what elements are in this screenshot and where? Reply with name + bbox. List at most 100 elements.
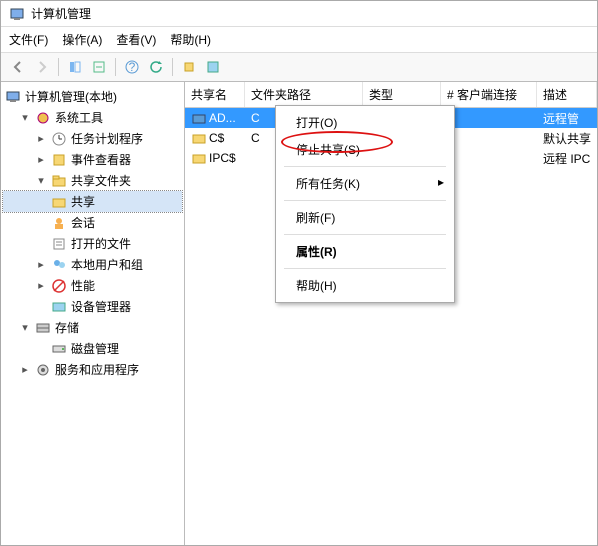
menu-help[interactable]: 帮助(H) [170,31,211,48]
menu-item-properties[interactable]: 属性(R) [278,238,452,265]
tree-disk-mgmt-label: 磁盘管理 [71,340,119,357]
collapse-icon[interactable]: ▾ [35,174,47,187]
performance-icon [51,278,67,294]
tools-icon [35,110,51,126]
tree-services-label: 服务和应用程序 [55,361,139,378]
tree-system-tools[interactable]: ▾ 系统工具 [3,107,182,128]
menu-item-stop-sharing[interactable]: 停止共享(S) [278,136,452,163]
menu-item-help[interactable]: 帮助(H) [278,272,452,299]
column-desc[interactable]: 描述 [537,82,597,107]
tree-root[interactable]: 计算机管理(本地) [3,86,182,107]
menu-item-all-tasks-label: 所有任务(K) [296,177,360,191]
menu-separator [284,234,446,235]
menu-separator [284,166,446,167]
row-desc: 远程 IPC [537,148,597,169]
column-path[interactable]: 文件夹路径 [245,82,363,107]
export-list-button[interactable] [88,56,110,78]
titlebar: 计算机管理 [1,1,597,27]
tree-open-files[interactable]: 打开的文件 [3,233,182,254]
tree-system-tools-label: 系统工具 [55,109,103,126]
tree-panel: 计算机管理(本地) ▾ 系统工具 ▸ 任务计划程序 ▸ 事件查看器 ▾ 共享文件 [1,82,185,545]
column-name[interactable]: 共享名 [185,82,245,107]
help-button[interactable]: ? [121,56,143,78]
properties-button[interactable] [202,56,224,78]
share-row-icon [191,150,207,166]
column-type[interactable]: 类型 [363,82,441,107]
tree-storage-label: 存储 [55,319,79,336]
tree-local-users-label: 本地用户和组 [71,256,143,273]
tree-root-label: 计算机管理(本地) [25,88,117,105]
tree-open-files-label: 打开的文件 [71,235,131,252]
menu-item-refresh-label: 刷新(F) [296,211,335,225]
services-icon [35,362,51,378]
row-desc: 默认共享 [537,128,597,149]
show-hide-tree-button[interactable] [64,56,86,78]
users-icon [51,257,67,273]
row-clients: 0 [441,109,537,127]
row-desc: 远程管 [537,108,597,129]
menu-file[interactable]: 文件(F) [9,31,48,48]
menu-separator [284,200,446,201]
back-button[interactable] [7,56,29,78]
refresh-button[interactable] [145,56,167,78]
event-icon [51,152,67,168]
expand-icon[interactable]: ▸ [35,258,47,271]
expand-icon[interactable]: ▸ [35,132,47,145]
row-clients: 0 [441,129,537,147]
share-icon [51,194,67,210]
tree-local-users[interactable]: ▸ 本地用户和组 [3,254,182,275]
tree-services[interactable]: ▸ 服务和应用程序 [3,359,182,380]
storage-icon [35,320,51,336]
app-icon [9,6,25,22]
tree-task-scheduler-label: 任务计划程序 [71,130,143,147]
tree-sessions-label: 会话 [71,214,95,231]
tree-shared-folders-label: 共享文件夹 [71,172,131,189]
disk-icon [51,341,67,357]
tree-storage[interactable]: ▾ 存储 [3,317,182,338]
menu-action[interactable]: 操作(A) [62,31,102,48]
row-name: AD... [209,111,236,125]
svg-text:?: ? [129,60,136,74]
menu-item-properties-label: 属性(R) [296,245,337,259]
computer-icon [5,89,21,105]
sessions-icon [51,215,67,231]
expand-icon[interactable]: ▸ [19,363,31,376]
menu-item-refresh[interactable]: 刷新(F) [278,204,452,231]
tree-performance[interactable]: ▸ 性能 [3,275,182,296]
row-clients: 0 [441,149,537,167]
menu-item-stop-sharing-label: 停止共享(S) [296,143,360,157]
menu-item-open-label: 打开(O) [296,116,337,130]
context-menu: 打开(O) 停止共享(S) 所有任务(K)▸ 刷新(F) 属性(R) 帮助(H) [275,105,455,303]
expand-icon[interactable]: ▸ [35,153,47,166]
tree-device-manager[interactable]: 设备管理器 [3,296,182,317]
device-icon [51,299,67,315]
tree-event-viewer[interactable]: ▸ 事件查看器 [3,149,182,170]
tree-sessions[interactable]: 会话 [3,212,182,233]
shared-folder-icon [51,173,67,189]
tree-task-scheduler[interactable]: ▸ 任务计划程序 [3,128,182,149]
open-files-icon [51,236,67,252]
menu-item-open[interactable]: 打开(O) [278,109,452,136]
tree-device-manager-label: 设备管理器 [71,298,131,315]
toolbar: ? [1,53,597,82]
menu-separator [284,268,446,269]
clock-icon [51,131,67,147]
tree-shared-folders[interactable]: ▾ 共享文件夹 [3,170,182,191]
row-name: C$ [209,131,224,145]
tree-disk-mgmt[interactable]: 磁盘管理 [3,338,182,359]
column-clients[interactable]: # 客户端连接 [441,82,537,107]
menu-view[interactable]: 查看(V) [116,31,156,48]
tree-event-viewer-label: 事件查看器 [71,151,131,168]
tree-shares-label: 共享 [71,193,95,210]
tree-shares[interactable]: 共享 [3,191,182,212]
menu-item-all-tasks[interactable]: 所有任务(K)▸ [278,170,452,197]
window-title: 计算机管理 [31,5,91,22]
share-row-icon [191,110,207,126]
new-share-button[interactable] [178,56,200,78]
collapse-icon[interactable]: ▾ [19,111,31,124]
expand-icon[interactable]: ▸ [35,279,47,292]
tree-performance-label: 性能 [71,277,95,294]
collapse-icon[interactable]: ▾ [19,321,31,334]
forward-button[interactable] [31,56,53,78]
share-row-icon [191,130,207,146]
